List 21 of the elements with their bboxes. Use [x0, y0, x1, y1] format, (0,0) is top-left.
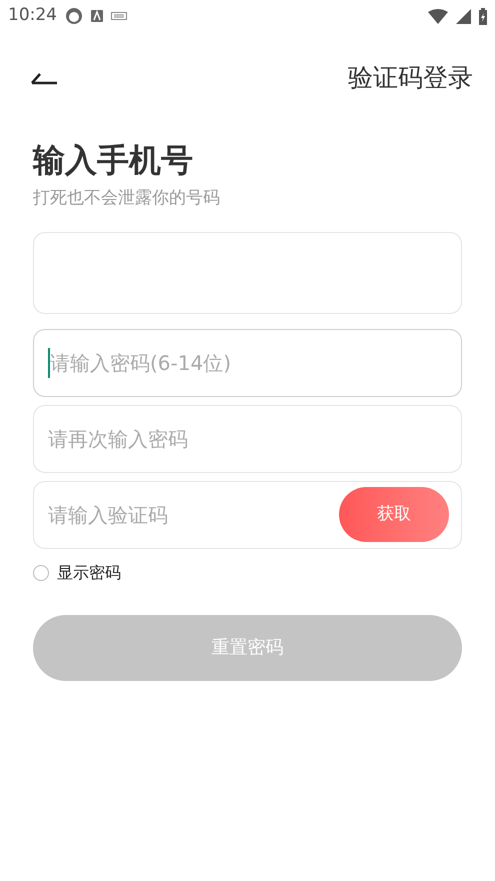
input-placeholder: 请输入密码(6-14位): [50, 350, 231, 376]
code-login-link[interactable]: 验证码登录: [348, 59, 473, 97]
input-field[interactable]: [33, 232, 462, 314]
keyboard-icon: [111, 12, 127, 20]
status-time: 10:24: [8, 4, 57, 28]
wifi-icon: [428, 8, 448, 24]
show-password-checkbox[interactable]: [33, 564, 49, 580]
show-password-label: 显示密码: [57, 562, 121, 584]
input-field[interactable]: 请再次输入密码: [33, 404, 462, 472]
signal-icon: [456, 8, 471, 24]
get-code-button[interactable]: 获取: [339, 487, 449, 542]
input-field[interactable]: 请输入验证码 获取: [33, 480, 462, 548]
battery-icon: [479, 8, 487, 24]
keyboard-letter-icon: [91, 10, 103, 22]
page-title: 输入手机号: [33, 140, 194, 181]
text-caret: [48, 348, 50, 378]
input-field[interactable]: 请输入密码(6-14位): [33, 328, 462, 396]
page-subtitle: 打死也不会泄露你的号码: [33, 187, 221, 210]
input-placeholder: 请再次输入密码: [48, 426, 188, 452]
back-arrow-icon[interactable]: [30, 71, 58, 85]
input-placeholder: 请输入验证码: [48, 502, 168, 528]
